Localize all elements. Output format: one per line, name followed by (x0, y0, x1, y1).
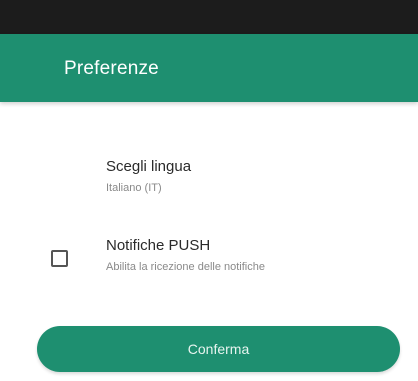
preference-language[interactable]: Scegli lingua Italiano (IT) (106, 158, 191, 195)
push-notifications-checkbox[interactable] (51, 250, 68, 267)
language-title: Scegli lingua (106, 158, 192, 175)
push-title: Notifiche PUSH (106, 237, 211, 254)
page-title: Preferenze (64, 58, 159, 79)
preference-push-notifications[interactable]: Notifiche PUSH Abilita la ricezione dell… (106, 237, 265, 274)
language-summary: Italiano (IT) (106, 182, 162, 194)
app-bar: Preferenze (0, 34, 418, 102)
status-bar (0, 0, 418, 34)
push-summary: Abilita la ricezione delle notifiche (106, 261, 265, 273)
confirm-button[interactable]: Conferma (37, 326, 400, 372)
